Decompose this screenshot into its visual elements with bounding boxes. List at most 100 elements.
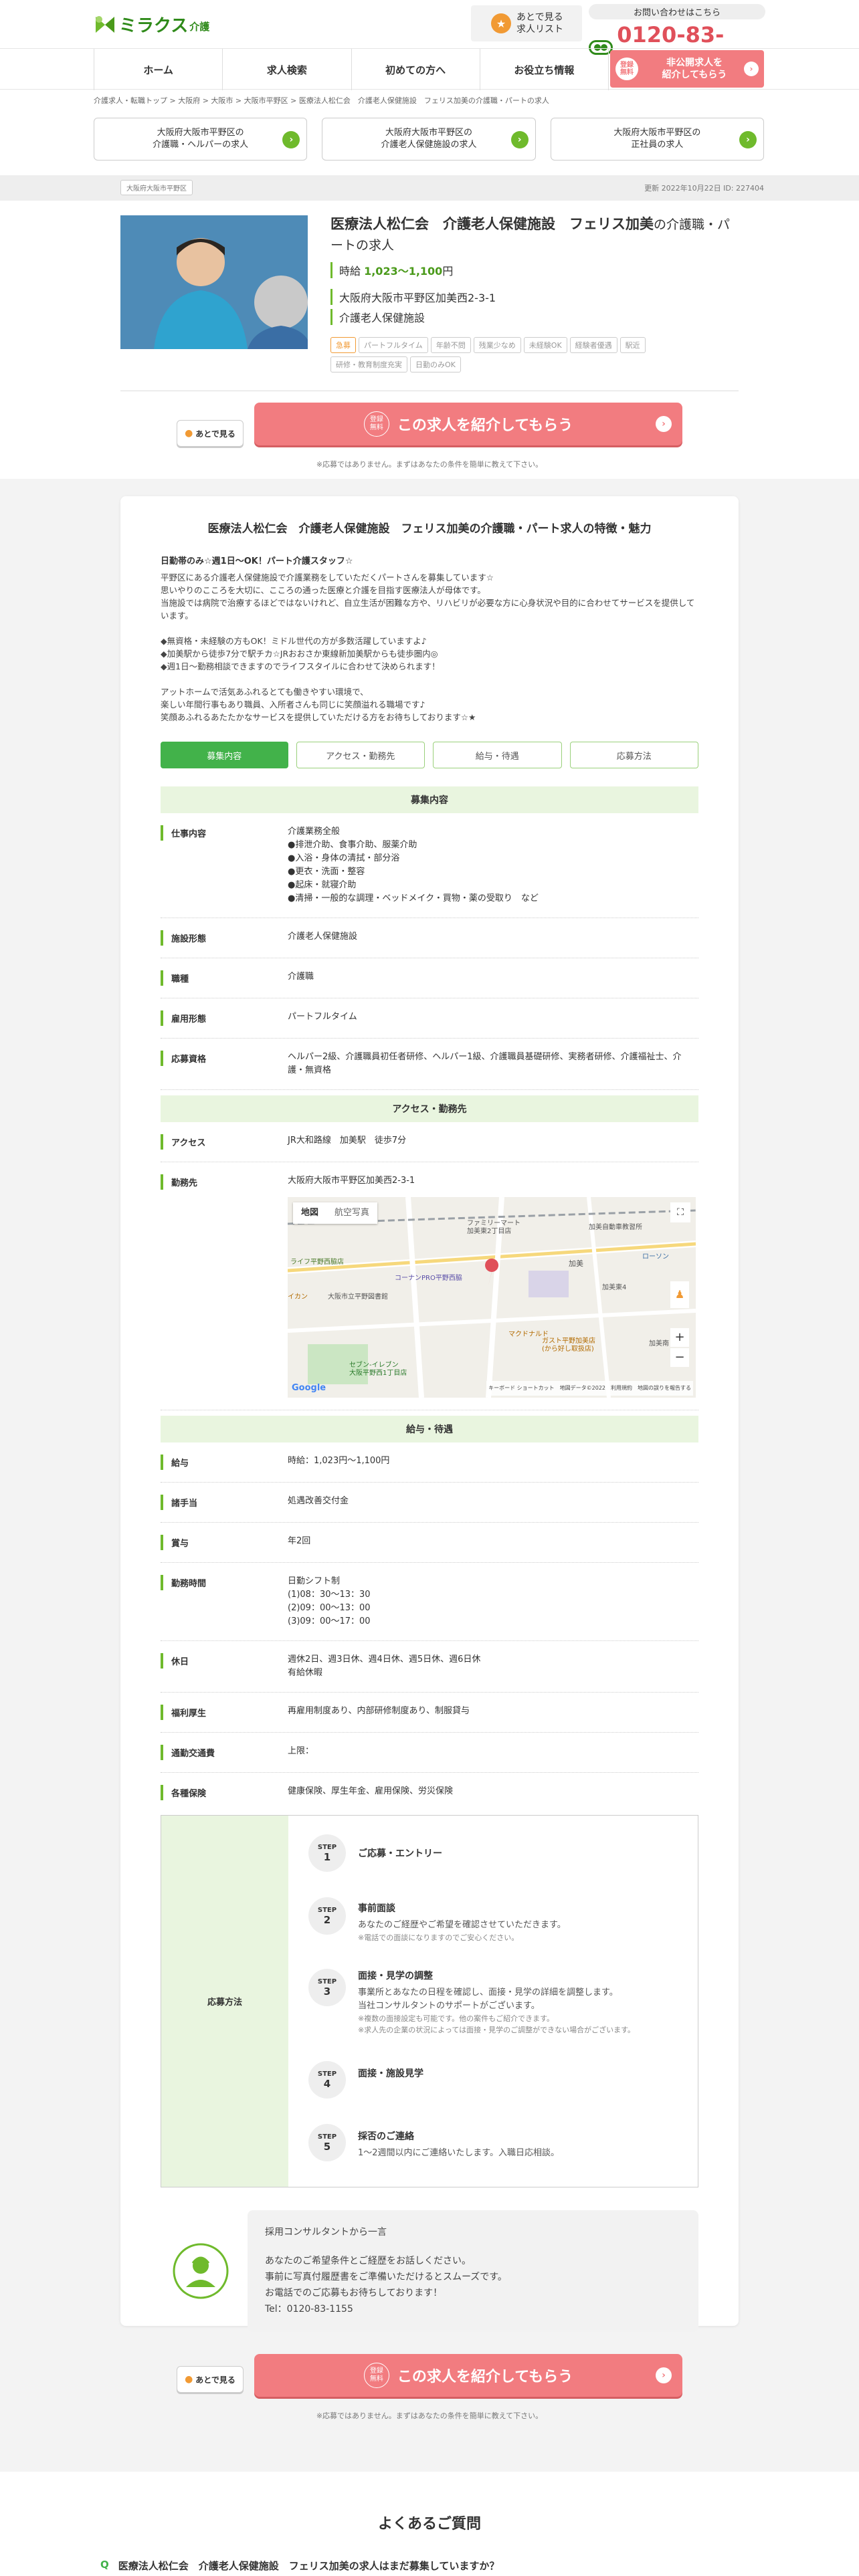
main-nav: ホーム 求人検索 初めての方へ お役立ち情報 登録 無料 非公開求人を 紹介して…: [0, 48, 859, 90]
google-map[interactable]: 地図 航空写真 ⛶ ファミリーマート 加美東2丁目店 加美 ライフ平野西脇店 コー…: [288, 1197, 696, 1398]
related-link-helper[interactable]: 大阪府大阪市平野区の 介護職・ヘルパーの求人 ›: [94, 118, 308, 160]
nav-item-home[interactable]: ホーム: [94, 49, 222, 90]
map-place: マクドナルド: [508, 1331, 549, 1338]
chevron-right-icon: ›: [510, 131, 529, 148]
nav-item-search[interactable]: 求人検索: [222, 49, 351, 90]
svg-text:★: ★: [496, 17, 506, 30]
star-badge-icon: ★: [491, 13, 511, 33]
map-place: 加美自動車教習所: [589, 1224, 642, 1231]
table-row: 各種保険 健康保険、厚生年金、雇用保険、労災保険: [161, 1773, 698, 1812]
detail-card: 医療法人松仁会 介護老人保健施設 フェリス加美の介護職・パート求人の特徴・魅力 …: [120, 496, 739, 2332]
step-item: STEP 5 採否のご連絡 1〜2週間以内にご連絡いたします。入職日応相談。: [308, 2124, 678, 2161]
map-place: 加美東4: [602, 1284, 627, 1291]
detail-heading: 医療法人松仁会 介護老人保健施設 フェリス加美の介護職・パート求人の特徴・魅力: [207, 522, 652, 536]
saved-jobs-label: あとで見る 求人リスト: [516, 12, 563, 35]
consultant-message: あなたのご希望条件とご経歴をお話しください。 事前に写真付履歴書をご準備いただけ…: [265, 2256, 507, 2315]
logo-sub: 介護: [189, 21, 210, 33]
map-place: ファミリーマート 加美東2丁目店: [467, 1220, 520, 1235]
later-button-bottom[interactable]: ● あとで見る: [177, 2366, 244, 2393]
updated-info: 更新 2022年10月22日 ID: 227404: [644, 184, 764, 193]
job-address: 大阪府大阪市平野区加美西2-3-1: [330, 289, 496, 305]
apply-steps: 応募方法 STEP 1 ご応募・エントリー STEP 2 事前面談 あなたのご経歴やご希望…: [161, 1815, 698, 2187]
map-place: セブン-イレブン 大阪平野西1丁目店: [349, 1362, 407, 1377]
tag-urgent: 急募: [330, 337, 356, 353]
section-pay: 給与・待遇: [161, 1416, 698, 1442]
job-title: 医療法人松仁会 介護老人保健施設 フェリス加美の介護職・パートの求人: [330, 216, 731, 253]
consultant-title: 採用コンサルタントから一言: [265, 2227, 387, 2238]
phone-box[interactable]: お問い合わせはこちら 0120-83-1155: [589, 4, 765, 73]
phone-label: お問い合わせはこちら: [589, 4, 765, 19]
section-recruit: 募集内容: [161, 786, 698, 813]
table-row: 賞与 年2回: [161, 1523, 698, 1563]
star-icon: ●: [185, 2374, 193, 2385]
tag: 駅近: [619, 337, 646, 353]
table-row: 職種 介護職: [161, 958, 698, 998]
table-row: 諸手当 処遇改善交付金: [161, 1483, 698, 1523]
map-place: イカン: [288, 1293, 308, 1301]
nav-cta-label: 非公開求人を 紹介してもらう: [662, 58, 727, 80]
table-row: アクセス JR大和路線 加美駅 徒歩7分: [161, 1122, 698, 1162]
satellite-tab[interactable]: 航空写真: [326, 1202, 377, 1224]
map-tab[interactable]: 地図: [293, 1202, 326, 1224]
tag: 残業少なめ: [473, 337, 521, 353]
nav-item-first[interactable]: 初めての方へ: [351, 49, 480, 90]
job-photo: [120, 215, 308, 349]
table-row: 雇用形態 パートフルタイム: [161, 998, 698, 1039]
fullscreen-icon[interactable]: ⛶: [670, 1202, 690, 1222]
related-link-facility[interactable]: 大阪府大阪市平野区の 介護老人保健施設の求人 ›: [322, 118, 536, 160]
chevron-right-icon: ›: [739, 131, 757, 148]
step-item: STEP 3 面接・見学の調整 事業所とあなたの日程を確認し、面接・見学の詳細を調整し…: [308, 1969, 678, 2036]
table-row: 施設形態 介護老人保健施設: [161, 918, 698, 958]
tag: パートフルタイム: [359, 337, 428, 353]
table-row: 休日 週休2日、週3日休、週4日休、週5日休、週6日休 有給休暇: [161, 1641, 698, 1693]
tab-access[interactable]: アクセス・勤務先: [296, 742, 425, 768]
tab-pay[interactable]: 給与・待遇: [433, 742, 562, 768]
map-footer[interactable]: キーボード ショートカット 地図データ©2022 利用規約 地図の誤りを報告する: [486, 1381, 693, 1396]
nav-cta-button[interactable]: 登録 無料 非公開求人を 紹介してもらう ›: [610, 50, 764, 88]
table-row: 勤務時間 日勤シフト制 (1)08：30〜13：30 (2)09：00〜13：00…: [161, 1563, 698, 1641]
faq-question[interactable]: Q 医療法人松仁会 介護老人保健施設 フェリス加美の求人はまだ募集していますか？: [100, 2559, 499, 2573]
streetview-icon[interactable]: ♟: [670, 1281, 689, 1308]
step-item: STEP 4 面接・施設見学: [308, 2061, 678, 2099]
map-place: 大阪市立平野図書館: [328, 1293, 388, 1301]
logo[interactable]: ミラクス 介護: [94, 12, 209, 37]
chevron-right-icon: ›: [656, 2367, 672, 2383]
map-place: ガスト平野加美店 (から好し取扱店): [542, 1337, 595, 1353]
header: ミラクス 介護 ★ あとで見る 求人リスト お問い合わせはこちら 0120-83…: [0, 0, 859, 73]
free-badge: 登録 無料: [363, 411, 389, 437]
job-wage: 時給 1,023〜1,100円: [330, 262, 453, 278]
section-access: アクセス・勤務先: [161, 1095, 698, 1122]
tab-apply[interactable]: 応募方法: [569, 742, 698, 768]
area-tag[interactable]: 大阪府大阪市平野区: [120, 180, 193, 195]
free-badge: 登録 無料: [363, 2363, 389, 2388]
map-type-toggle[interactable]: 地図 航空写真: [293, 1202, 378, 1224]
table-row: 給与 時給：1,023円〜1,100円: [161, 1442, 698, 1483]
tag: 未経験OK: [523, 337, 567, 353]
question-mark: Q: [100, 2559, 109, 2571]
zoom-in-button[interactable]: +: [670, 1328, 689, 1347]
related-link-fulltime[interactable]: 大阪府大阪市平野区の 正社員の求人 ›: [550, 118, 764, 160]
job-facility: 介護老人保健施設: [330, 309, 425, 325]
breadcrumb[interactable]: 介護求人・転職トップ > 大阪府 > 大阪市 > 大阪市平野区 > 医療法人松仁…: [94, 95, 763, 106]
table-row: 勤務先 大阪府大阪市平野区加美西2-3-1 地図 航空写真 ⛶ ファミリーマート …: [161, 1162, 698, 1410]
table-row: 仕事内容 介護業務全般 ●排泄介助、食事介助、服薬介助 ●入浴・身体の清拭・部分浴…: [161, 813, 698, 918]
tag: 研修・教育制度充実: [330, 356, 407, 372]
consultant-avatar: [161, 2243, 241, 2299]
cta-note: ※応募ではありません。まずはあなたの条件を簡単に教えて下さい。: [316, 460, 543, 469]
zoom-out-button[interactable]: −: [670, 1348, 689, 1367]
table-row: 応募資格 ヘルパー2級、介護職員初任者研修、ヘルパー1級、介護職員基礎研修、実務者…: [161, 1039, 698, 1090]
star-icon: ●: [185, 428, 193, 439]
introduce-job-button[interactable]: 登録 無料 この求人を紹介してもらう ›: [254, 403, 682, 445]
tab-recruit[interactable]: 募集内容: [161, 742, 288, 768]
free-badge: 登録 無料: [615, 58, 638, 80]
consultant-box: 採用コンサルタントから一言 あなたのご希望条件とご経歴をお話しください。 事前に…: [161, 2210, 698, 2332]
chevron-right-icon: ›: [282, 131, 300, 148]
chevron-right-icon: ›: [744, 62, 759, 76]
saved-jobs-button[interactable]: ★ あとで見る 求人リスト: [471, 5, 582, 41]
nav-item-tips[interactable]: お役立ち情報: [479, 49, 609, 90]
step-item: STEP 2 事前面談 あなたのご経歴やご希望を確認させていただきます。 ※電話での面談…: [308, 1897, 678, 1943]
tag: 経験者優遇: [569, 337, 617, 353]
later-button[interactable]: ● あとで見る: [177, 420, 244, 447]
introduce-job-button-bottom[interactable]: 登録 無料 この求人を紹介してもらう ›: [254, 2354, 682, 2397]
detail-tabs: 募集内容 アクセス・勤務先 給与・待遇 応募方法: [161, 742, 698, 768]
